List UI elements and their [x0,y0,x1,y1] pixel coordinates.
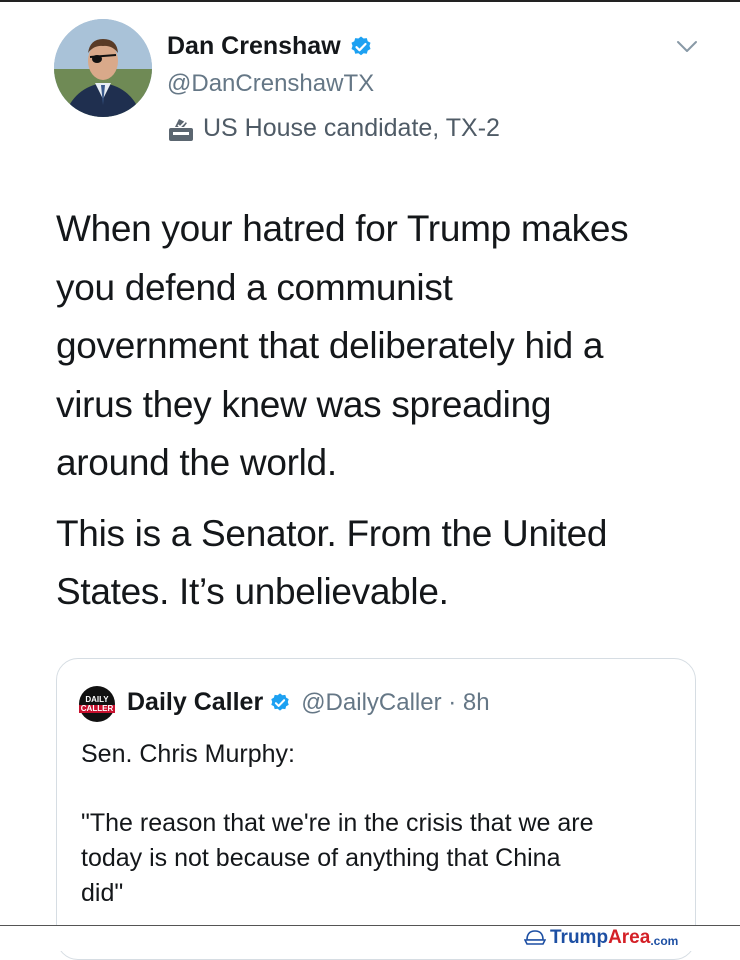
watermark-text-area: Area [608,927,651,948]
quoted-handle-time[interactable]: @DailyCaller · 8h [301,689,489,717]
watermark-text-com: .com [650,933,679,948]
cap-icon [524,930,546,945]
trumparea-watermark: Trump Area .com [524,926,678,950]
quoted-tweet-card[interactable]: DAILY CALLER Daily Caller @DailyCaller ·… [56,658,696,960]
account-label: US House candidate, TX-2 [167,114,500,143]
top-divider [0,0,740,2]
quoted-paragraph: Sen. Chris Murphy: [81,740,295,768]
logo-text-bottom: CALLER [78,703,116,713]
tweet-body: When your hatred for Trump makes you def… [56,200,696,634]
quoted-paragraph: "The reason that we're in the crisis tha… [81,809,594,907]
account-label-text: US House candidate, TX-2 [203,114,500,142]
author-name-row: Dan Crenshaw [167,32,373,61]
daily-caller-logo: DAILY CALLER [78,686,116,722]
watermark-text-trump: Trump [550,927,609,948]
tweet-paragraph: This is a Senator. From the United State… [56,512,608,613]
verified-badge-icon [351,36,371,55]
logo-text-top: DAILY [85,694,109,704]
author-display-name[interactable]: Dan Crenshaw [167,32,341,61]
tweet-paragraph: When your hatred for Trump makes you def… [56,208,629,483]
ballot-box-icon [169,118,193,141]
quoted-tweet-body: Sen. Chris Murphy: "The reason that we'r… [81,737,681,945]
quoted-author-row: Daily Caller @DailyCaller · 8h [127,688,490,717]
author-handle[interactable]: @DanCrenshawTX [167,70,374,98]
chevron-down-icon[interactable] [676,40,698,54]
quoted-display-name[interactable]: Daily Caller [127,688,263,717]
verified-badge-icon [271,692,289,711]
avatar[interactable] [54,19,152,117]
